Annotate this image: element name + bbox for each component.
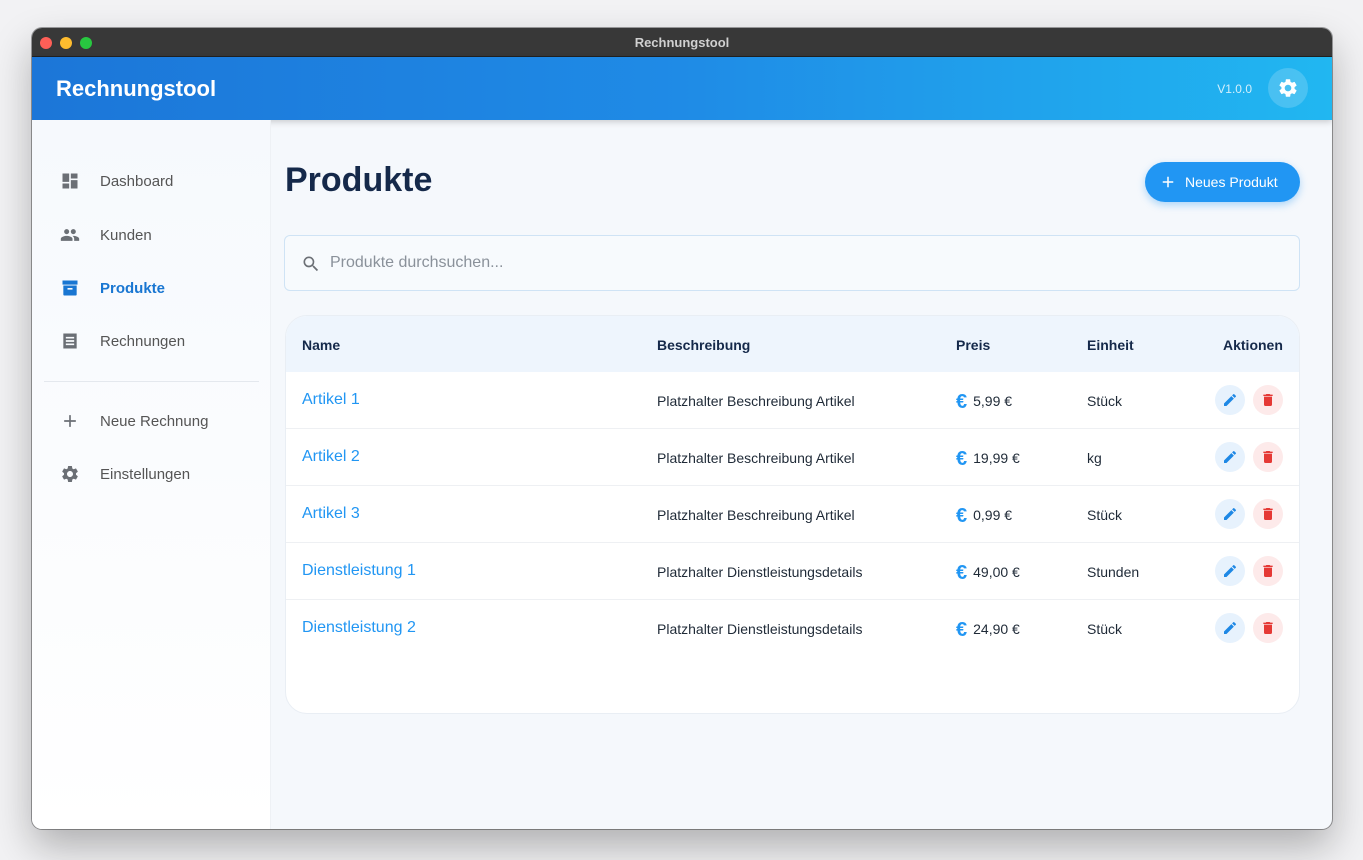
app-header: Rechnungstool V1.0.0 — [32, 57, 1332, 120]
page-title: Produkte — [285, 161, 433, 199]
trash-icon — [1263, 451, 1273, 463]
product-price: €24,90 € — [956, 619, 1020, 642]
column-header-actions: Aktionen — [1223, 337, 1283, 353]
euro-icon: € — [956, 391, 968, 413]
table-row: Dienstleistung 2 Platzhalter Dienstleist… — [286, 600, 1299, 657]
product-price: €0,99 € — [956, 505, 1012, 528]
product-name-link[interactable]: Artikel 1 — [302, 391, 360, 409]
euro-icon: € — [956, 448, 968, 470]
sidebar-item-label: Einstellungen — [100, 466, 191, 483]
product-name-link[interactable]: Artikel 3 — [302, 505, 360, 523]
dashboard-icon — [62, 173, 78, 189]
trash-icon — [1263, 565, 1273, 577]
new-product-button[interactable]: Neues Produkt — [1145, 162, 1300, 202]
delete-button[interactable] — [1253, 385, 1283, 415]
price-value: 49,00 € — [973, 564, 1020, 580]
main-content: Produkte Neues Produkt Produkte durchsuc… — [272, 120, 1332, 829]
gear-icon — [1279, 79, 1297, 97]
table-row: Artikel 2 Platzhalter Beschreibung Artik… — [286, 429, 1299, 486]
edit-button[interactable] — [1215, 499, 1245, 529]
product-description: Platzhalter Beschreibung Artikel — [657, 393, 855, 409]
sidebar-item-produkte[interactable]: Produkte — [32, 268, 271, 308]
edit-button[interactable] — [1215, 385, 1245, 415]
product-price: €19,99 € — [956, 448, 1020, 471]
euro-icon: € — [956, 562, 968, 584]
sidebar-item-label: Produkte — [100, 280, 166, 297]
product-unit: Stunden — [1087, 564, 1140, 580]
title-bar: Rechnungstool — [32, 28, 1332, 57]
price-value: 0,99 € — [973, 507, 1013, 523]
product-price: €5,99 € — [956, 391, 1012, 414]
pencil-icon — [1224, 621, 1237, 634]
products-table: Name Beschreibung Preis Einheit Aktionen… — [285, 315, 1300, 714]
product-description: Platzhalter Beschreibung Artikel — [657, 450, 855, 466]
receipt-icon — [63, 333, 77, 349]
edit-button[interactable] — [1215, 556, 1245, 586]
product-description: Platzhalter Beschreibung Artikel — [657, 507, 855, 523]
price-value: 24,90 € — [973, 621, 1020, 637]
pencil-icon — [1224, 393, 1237, 406]
trash-icon — [1263, 622, 1273, 634]
delete-button[interactable] — [1253, 556, 1283, 586]
sidebar-item-label: Dashboard — [100, 173, 174, 190]
table-row: Artikel 1 Platzhalter Beschreibung Artik… — [286, 372, 1299, 429]
product-unit: Stück — [1087, 393, 1123, 409]
column-header-price: Preis — [956, 337, 991, 353]
gear-icon — [62, 466, 78, 482]
trash-icon — [1263, 394, 1273, 406]
product-price: €49,00 € — [956, 562, 1020, 585]
table-row: Dienstleistung 1 Platzhalter Dienstleist… — [286, 543, 1299, 600]
sidebar-item-dashboard[interactable]: Dashboard — [32, 161, 271, 201]
product-name-link[interactable]: Dienstleistung 1 — [302, 562, 416, 580]
product-unit: kg — [1087, 450, 1102, 466]
product-description: Platzhalter Dienstleistungsdetails — [657, 564, 863, 580]
sidebar-divider — [44, 381, 259, 382]
people-icon — [60, 229, 80, 241]
sidebar-item-label: Rechnungen — [100, 333, 186, 350]
pencil-icon — [1224, 507, 1237, 520]
sidebar-item-label: Neue Rechnung — [100, 413, 209, 430]
delete-button[interactable] — [1253, 442, 1283, 472]
search-placeholder: Produkte durchsuchen... — [330, 254, 504, 271]
search-icon — [303, 256, 319, 272]
sidebar-item-kunden[interactable]: Kunden — [32, 215, 271, 255]
settings-button[interactable] — [1268, 68, 1308, 108]
app-version: V1.0.0 — [1217, 82, 1252, 96]
product-unit: Stück — [1087, 507, 1123, 523]
delete-button[interactable] — [1253, 499, 1283, 529]
plus-icon — [64, 415, 76, 427]
pencil-icon — [1224, 450, 1237, 463]
price-value: 19,99 € — [973, 450, 1020, 466]
delete-button[interactable] — [1253, 613, 1283, 643]
edit-button[interactable] — [1215, 442, 1245, 472]
app-brand: Rechnungstool — [56, 76, 217, 101]
new-product-label: Neues Produkt — [1185, 174, 1278, 190]
sidebar-item-neue-rechnung[interactable]: Neue Rechnung — [32, 401, 271, 441]
archive-box-icon — [62, 280, 78, 296]
plus-icon — [1162, 176, 1174, 188]
sidebar: Dashboard Kunden Produkte Rechnungen Neu… — [32, 120, 271, 829]
app-window: Rechnungstool Rechnungstool V1.0.0 Dashb… — [32, 28, 1332, 829]
column-header-name: Name — [302, 337, 341, 353]
product-description: Platzhalter Dienstleistungsdetails — [657, 621, 863, 637]
search-input[interactable]: Produkte durchsuchen... — [284, 235, 1300, 291]
pencil-icon — [1224, 564, 1237, 577]
product-name-link[interactable]: Artikel 2 — [302, 448, 360, 466]
sidebar-item-label: Kunden — [100, 227, 152, 244]
column-header-description: Beschreibung — [657, 337, 751, 353]
product-unit: Stück — [1087, 621, 1123, 637]
trash-icon — [1263, 508, 1273, 520]
price-value: 5,99 € — [973, 393, 1013, 409]
sidebar-item-rechnungen[interactable]: Rechnungen — [32, 321, 271, 361]
table-row: Artikel 3 Platzhalter Beschreibung Artik… — [286, 486, 1299, 543]
sidebar-item-einstellungen[interactable]: Einstellungen — [32, 454, 271, 494]
euro-icon: € — [956, 619, 968, 641]
table-header: Name Beschreibung Preis Einheit Aktionen — [286, 316, 1299, 372]
window-title: Rechnungstool — [634, 35, 730, 50]
edit-button[interactable] — [1215, 613, 1245, 643]
product-name-link[interactable]: Dienstleistung 2 — [302, 619, 416, 637]
euro-icon: € — [956, 505, 968, 527]
column-header-unit: Einheit — [1087, 337, 1134, 353]
